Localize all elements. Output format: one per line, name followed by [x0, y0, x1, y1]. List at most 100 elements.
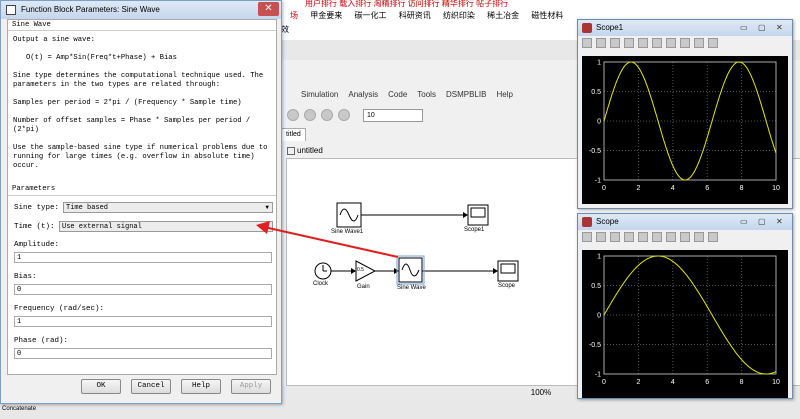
description-line: (2*pi)	[13, 126, 39, 134]
link-5[interactable]: 稀土冶金	[487, 11, 519, 20]
parameters-header: Parameters	[12, 185, 56, 193]
zoom-x-icon[interactable]	[624, 38, 634, 48]
autoscale-icon[interactable]	[652, 232, 662, 242]
signal-trace	[603, 255, 777, 375]
scope-titlebar[interactable]: Scope ▭ ▢ ✕	[578, 214, 792, 230]
run-icon[interactable]	[304, 109, 316, 121]
stop-time-input[interactable]: 10	[363, 108, 423, 122]
scope-app-icon	[582, 23, 592, 33]
restore-axes-icon[interactable]	[680, 38, 690, 48]
close-icon[interactable]: ✕	[776, 23, 783, 32]
scope-app-icon	[582, 217, 592, 227]
step-back-icon[interactable]	[287, 109, 299, 121]
dialog-content: Sine Wave Output a sine wave: O(t) = Amp…	[7, 19, 277, 375]
close-icon[interactable]: ✕	[258, 2, 279, 16]
model-tab[interactable]: titled	[281, 128, 306, 141]
phase-input[interactable]: 0	[14, 348, 272, 359]
sine-type-select[interactable]: Time based ▼	[63, 202, 273, 213]
scope-time-offset: Time offset: 0	[584, 387, 623, 394]
menu-tools[interactable]: Tools	[417, 90, 436, 104]
dialog-titlebar[interactable]: Function Block Parameters: Sine Wave ✕	[1, 1, 281, 19]
link-4[interactable]: 纺织印染	[443, 11, 475, 20]
ok-button[interactable]: OK	[81, 379, 121, 394]
description-line: Number of offset samples = Phase * Sampl…	[13, 117, 251, 125]
save-axes-icon[interactable]	[666, 38, 676, 48]
zoom-icon[interactable]	[610, 38, 620, 48]
description-line: occur.	[13, 162, 39, 170]
minimize-icon[interactable]: ▭	[740, 23, 748, 32]
lock-icon[interactable]	[694, 232, 704, 242]
description-line	[13, 108, 267, 117]
time-select[interactable]: Use external signal▼	[59, 221, 273, 232]
arrow-shaft	[263, 226, 399, 258]
apply-button[interactable]: Apply	[231, 379, 271, 394]
autoscale-icon[interactable]	[652, 38, 662, 48]
print-icon[interactable]	[582, 38, 592, 48]
plot-frame	[603, 255, 777, 375]
bias-input[interactable]: 0	[14, 284, 272, 295]
zoom-level: 100%	[530, 388, 552, 397]
frequency-input[interactable]: 1	[14, 316, 272, 327]
stop-icon[interactable]	[338, 109, 350, 121]
signal-trace	[603, 61, 777, 181]
gain-value: 0.5	[357, 267, 364, 273]
link-1[interactable]: 甲金要来	[310, 11, 342, 20]
scope1-title: Scope1	[596, 23, 624, 32]
background-links-row2: 场 甲金要来 碳一化工 科研资讯 纺织印染 稀土冶金 磁性材料	[290, 10, 573, 21]
menu-code[interactable]: Code	[388, 90, 407, 104]
signal-select-icon[interactable]	[708, 232, 718, 242]
menu-simulation[interactable]: Simulation	[301, 90, 338, 104]
menu-dsmpblib[interactable]: DSMPBLIB	[446, 90, 486, 104]
y-tick-label: 0.5	[591, 283, 601, 290]
footer-block-name: Concatenate	[2, 406, 37, 412]
help-button[interactable]: Help	[181, 379, 221, 394]
description-line	[13, 63, 267, 72]
maximize-icon[interactable]: ▢	[758, 23, 766, 32]
link-6[interactable]: 磁性材料	[531, 11, 563, 20]
description-line: parameters in the two types are related …	[13, 81, 221, 89]
row2-prefix: 场	[290, 11, 298, 20]
description-line: Output a sine wave:	[13, 36, 95, 44]
minimize-icon[interactable]: ▭	[740, 217, 748, 226]
scope-plot[interactable]: 0 2 4 6 8 10 1 0.5 0 -0.5 -1	[582, 250, 788, 398]
settings-icon[interactable]	[596, 38, 606, 48]
menu-analysis[interactable]: Analysis	[348, 90, 378, 104]
x-tick-label: 8	[740, 379, 744, 386]
breadcrumb[interactable]: untitled	[287, 146, 323, 155]
sine-wave-label: Sine Wave	[397, 285, 426, 291]
arrowhead-4	[493, 268, 498, 274]
menu-help[interactable]: Help	[496, 90, 512, 104]
scope1-time-offset: Time offset: 0	[584, 197, 623, 204]
scope1-titlebar[interactable]: Scope1 ▭ ▢ ✕	[578, 20, 792, 36]
description-line	[13, 135, 267, 144]
x-tick-label: 10	[772, 379, 780, 386]
cancel-button[interactable]: Cancel	[131, 379, 171, 394]
amplitude-input[interactable]: 1	[14, 252, 272, 263]
signal-select-icon[interactable]	[708, 38, 718, 48]
zoom-y-icon[interactable]	[638, 38, 648, 48]
settings-icon[interactable]	[596, 232, 606, 242]
lock-icon[interactable]	[694, 38, 704, 48]
background-char: 效	[281, 25, 289, 34]
model-icon	[287, 146, 295, 155]
zoom-icon[interactable]	[610, 232, 620, 242]
zoom-y-icon[interactable]	[638, 232, 648, 242]
x-tick-label: 4	[671, 185, 675, 192]
restore-axes-icon[interactable]	[680, 232, 690, 242]
scope1-label: Scope1	[464, 227, 485, 233]
scope1-window: Scope1 ▭ ▢ ✕ 0 2 4 6 8 10 1 0.5 0 -0.5 -1 Time off…	[577, 19, 793, 209]
scope1-plot[interactable]: 0 2 4 6 8 10 1 0.5 0 -0.5 -1	[582, 56, 788, 204]
description-line: Use the sample-based sine type if numeri…	[13, 144, 268, 152]
link-3[interactable]: 科研资讯	[399, 11, 431, 20]
zoom-x-icon[interactable]	[624, 232, 634, 242]
close-icon[interactable]: ✕	[776, 217, 783, 226]
sine-type-label: Sine type:	[14, 204, 60, 212]
link-2[interactable]: 碳一化工	[354, 11, 386, 20]
step-forward-icon[interactable]	[321, 109, 333, 121]
maximize-icon[interactable]: ▢	[758, 217, 766, 226]
simulink-icon	[6, 5, 16, 15]
save-axes-icon[interactable]	[666, 232, 676, 242]
y-tick-label: -0.5	[589, 148, 601, 155]
print-icon[interactable]	[582, 232, 592, 242]
block-parameters-dialog: Function Block Parameters: Sine Wave ✕ S…	[0, 0, 282, 404]
